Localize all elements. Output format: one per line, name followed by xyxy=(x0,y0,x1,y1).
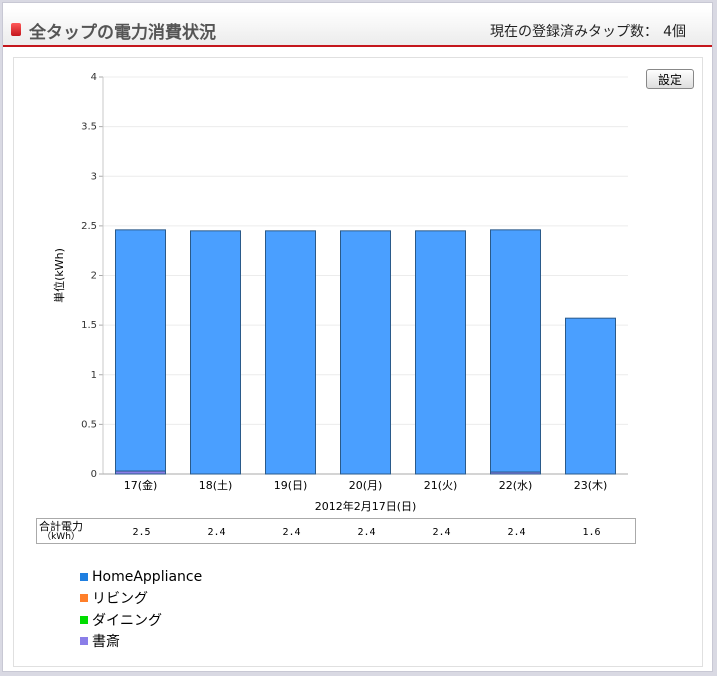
y-tick-label: 1.5 xyxy=(81,320,97,331)
legend-swatch xyxy=(80,572,88,581)
bar-homeappliance-1 xyxy=(190,230,241,475)
totals-value: 2.4 xyxy=(507,527,526,538)
settings-button[interactable]: 設定 xyxy=(646,69,694,89)
totals-unit: （kWh） xyxy=(42,532,80,542)
y-tick-label: 4 xyxy=(91,72,97,83)
bar-homeappliance-6 xyxy=(565,317,616,475)
x-tick-label: 19(日) xyxy=(274,479,308,492)
y-tick-label: 3 xyxy=(91,171,97,182)
x-tick-label: 17(金) xyxy=(124,478,158,492)
legend-item: ダイニング xyxy=(80,609,202,631)
y-tick-label: 2 xyxy=(91,271,97,282)
legend-label: 書斎 xyxy=(92,634,120,651)
x-tick-label: 21(火) xyxy=(424,479,458,492)
totals-value: 1.6 xyxy=(582,527,601,538)
y-tick-label: 0.5 xyxy=(81,419,97,430)
x-tick-label: 22(水) xyxy=(499,479,533,492)
y-axis-label: 単位(kWh) xyxy=(52,248,66,303)
x-tick-label: 18(土) xyxy=(199,479,233,492)
legend-swatch xyxy=(80,594,88,603)
totals-value: 2.4 xyxy=(432,527,451,538)
y-tick-label: 0 xyxy=(91,469,97,480)
chart-legend: HomeAppliance リビングダイニング書斎 xyxy=(80,566,202,652)
bar-homeappliance-5 xyxy=(490,229,541,473)
legend-swatch xyxy=(80,637,88,646)
legend-swatch xyxy=(80,615,88,624)
y-tick-label: 3.5 xyxy=(81,122,97,133)
legend-label: ダイニング xyxy=(92,612,162,629)
totals-value: 2.4 xyxy=(282,527,301,538)
totals-value: 2.4 xyxy=(207,527,226,538)
x-tick-label: 23(木) xyxy=(574,479,608,492)
legend-item: リビング xyxy=(80,588,202,610)
legend-label: リビング xyxy=(92,591,148,608)
x-axis-label: 2012年2月17日(日) xyxy=(315,499,417,513)
x-tick-label: 20(月) xyxy=(349,479,383,492)
bar-homeappliance-2 xyxy=(265,230,316,475)
bar-homeappliance-4 xyxy=(415,230,466,475)
totals-value: 2.5 xyxy=(132,527,151,538)
bar-homeappliance-3 xyxy=(340,230,391,475)
y-tick-label: 2.5 xyxy=(81,221,97,232)
legend-label: HomeAppliance xyxy=(92,568,203,585)
totals-label: 合計電力 （kWh） xyxy=(39,521,83,543)
bar-homeappliance-0 xyxy=(115,229,166,472)
y-tick-label: 1 xyxy=(91,370,97,381)
legend-item: HomeAppliance xyxy=(80,566,202,588)
totals-value: 2.4 xyxy=(357,527,376,538)
totals-row: 合計電力 （kWh） 2.5 2.4 2.4 2.4 2.4 2.4 1.6 xyxy=(36,518,636,544)
legend-item: 書斎 xyxy=(80,631,202,653)
